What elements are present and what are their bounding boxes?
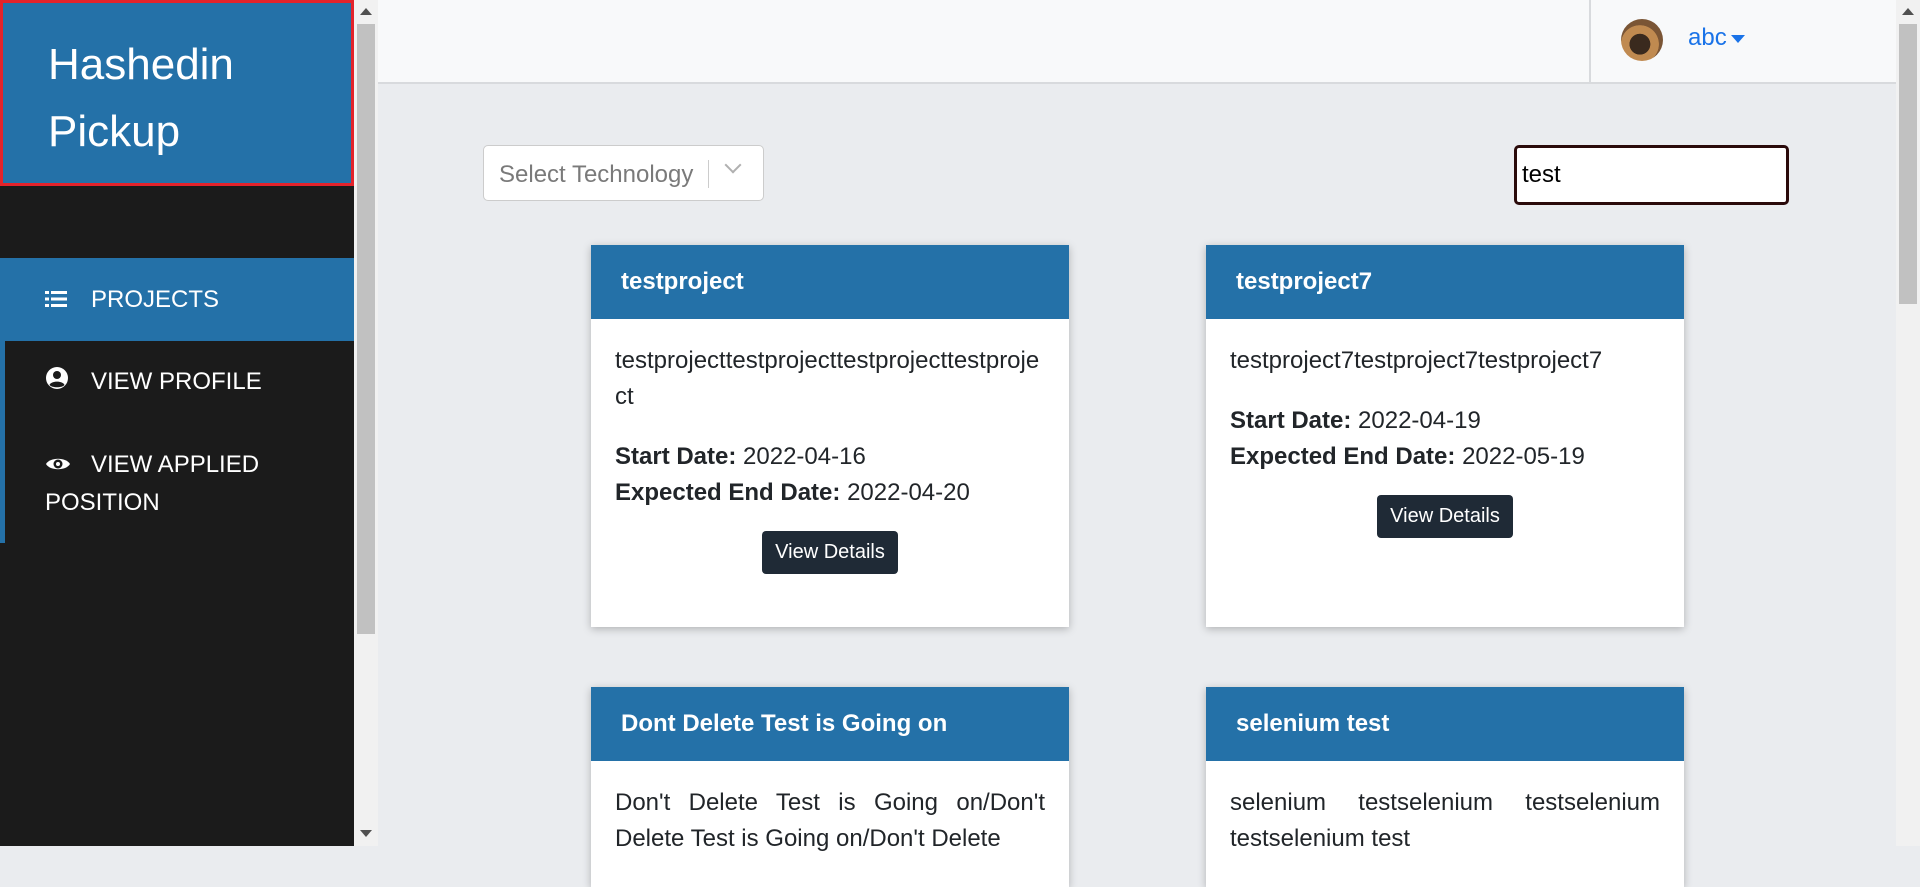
navbar-divider <box>1589 0 1591 82</box>
end-date-label: Expected End Date: <box>1230 443 1456 470</box>
project-description: testprojecttestprojecttestprojecttestpro… <box>615 347 1040 410</box>
sidebar-item-label: VIEW APPLIED POSITION <box>45 451 260 517</box>
view-details-button[interactable]: View Details <box>1377 495 1513 538</box>
scrollbar-thumb[interactable] <box>1899 24 1917 304</box>
sidebar-item-view-profile[interactable]: VIEW PROFILE <box>0 341 354 423</box>
user-menu-dropdown[interactable]: abc <box>1688 24 1745 52</box>
project-description: Don't Delete Test is Going on/Don't Dele… <box>615 789 1045 852</box>
technology-select-placeholder: Select Technology <box>499 161 694 188</box>
sidebar: Hashedin Pickup PROJECTS VIEW PROFILE VI… <box>0 0 354 846</box>
list-icon <box>45 259 75 342</box>
end-date-row: Expected End Date: 2022-05-19 <box>1230 439 1660 475</box>
end-date-value: 2022-04-20 <box>847 479 970 506</box>
technology-select[interactable]: Select Technology <box>483 145 764 201</box>
top-navbar <box>378 0 1896 84</box>
end-date-label: Expected End Date: <box>615 479 841 506</box>
project-card: Dont Delete Test is Going on Don't Delet… <box>591 687 1069 887</box>
search-input[interactable] <box>1514 145 1789 205</box>
scroll-up-arrow-icon[interactable] <box>1902 8 1914 15</box>
scroll-down-arrow-icon[interactable] <box>360 830 372 837</box>
start-date-value: 2022-04-16 <box>743 443 866 470</box>
sidebar-item-projects[interactable]: PROJECTS <box>0 258 354 341</box>
user-circle-icon <box>45 342 75 424</box>
start-date-row: Start Date: 2022-04-16 <box>615 439 1045 475</box>
sidebar-item-view-applied-position[interactable]: VIEW APPLIED POSITION <box>0 446 354 521</box>
project-title: testproject7 <box>1206 245 1684 319</box>
project-title: Dont Delete Test is Going on <box>591 687 1069 761</box>
sidebar-item-label: PROJECTS <box>91 286 220 313</box>
start-date-value: 2022-04-19 <box>1358 407 1481 434</box>
project-card: selenium test selenium testselenium test… <box>1206 687 1684 887</box>
project-title: testproject <box>591 245 1069 319</box>
start-date-label: Start Date: <box>615 443 737 470</box>
select-separator <box>708 160 709 188</box>
brand-logo[interactable]: Hashedin Pickup <box>0 0 354 186</box>
caret-down-icon <box>1730 34 1745 43</box>
sidebar-scrollbar[interactable] <box>354 0 378 846</box>
avatar[interactable] <box>1621 19 1663 61</box>
start-date-row: Start Date: 2022-04-19 <box>1230 403 1660 439</box>
scroll-up-arrow-icon[interactable] <box>360 8 372 15</box>
chevron-down-icon <box>724 156 742 174</box>
scrollbar-thumb[interactable] <box>357 24 375 634</box>
project-description: selenium testselenium testselenium tests… <box>1230 789 1660 852</box>
sidebar-item-label: VIEW PROFILE <box>91 368 262 395</box>
brand-line-2: Pickup <box>48 107 181 156</box>
start-date-label: Start Date: <box>1230 407 1352 434</box>
end-date-value: 2022-05-19 <box>1462 443 1585 470</box>
username: abc <box>1688 24 1727 51</box>
project-description: testproject7testproject7testproject7 <box>1230 347 1603 374</box>
project-title: selenium test <box>1206 687 1684 761</box>
brand-line-1: Hashedin <box>48 40 234 89</box>
view-details-button[interactable]: View Details <box>762 531 898 574</box>
page-scrollbar[interactable] <box>1896 0 1920 846</box>
project-card: testproject testprojecttestprojecttestpr… <box>591 245 1069 627</box>
end-date-row: Expected End Date: 2022-04-20 <box>615 475 1045 511</box>
eye-icon <box>45 447 75 484</box>
project-card: testproject7 testproject7testproject7tes… <box>1206 245 1684 627</box>
